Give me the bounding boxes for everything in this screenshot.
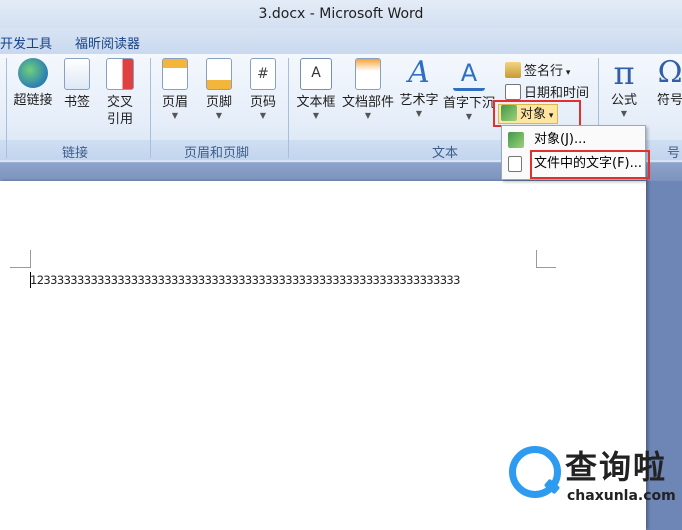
- window-title: 3.docx - Microsoft Word: [258, 6, 424, 22]
- globe-link-icon: [18, 58, 48, 88]
- date-time-button[interactable]: 日期和时间: [505, 82, 589, 101]
- footer-icon: [206, 58, 232, 90]
- page-number-button[interactable]: # 页码 ▼: [246, 56, 280, 121]
- quick-parts-button[interactable]: 文档部件 ▼: [340, 56, 396, 121]
- textbox-icon: A: [300, 58, 332, 90]
- ribbon-tab-row: 开发工具 福昕阅读器: [0, 28, 682, 54]
- crop-mark: [536, 267, 556, 268]
- tab-foxit-reader[interactable]: 福昕阅读器: [75, 33, 140, 52]
- quick-parts-icon: [355, 58, 381, 90]
- wordart-icon: A: [408, 55, 430, 90]
- textbox-button[interactable]: A 文本框 ▼: [294, 56, 338, 121]
- group-label-links: 链接: [62, 146, 89, 161]
- tab-developer[interactable]: 开发工具: [0, 33, 52, 52]
- bookmark-button[interactable]: 书签: [60, 56, 94, 111]
- document-text[interactable]: 1233333333333333333333333333333333333333…: [30, 273, 460, 287]
- watermark-logo: 查询啦 chaxunla.com: [503, 440, 676, 512]
- calendar-icon: [505, 84, 521, 100]
- cross-reference-icon: [106, 58, 134, 90]
- equation-button[interactable]: π 公式 ▼: [606, 56, 642, 119]
- symbol-omega-icon: Ω: [657, 55, 682, 90]
- group-divider: [150, 58, 151, 158]
- text-from-file-icon: [508, 156, 522, 172]
- chevron-down-icon: ▼: [171, 111, 179, 120]
- equation-pi-icon: π: [613, 54, 635, 92]
- chevron-down-icon: ▼: [312, 111, 320, 120]
- chevron-down-icon: ▼: [415, 109, 423, 118]
- group-label-text: 文本: [432, 146, 459, 161]
- chevron-down-icon: ▼: [620, 109, 628, 118]
- cross-reference-button[interactable]: 交叉 引用: [100, 56, 140, 128]
- chevron-down-icon: ▼: [259, 111, 267, 120]
- bookmark-icon: [64, 58, 90, 90]
- footer-button[interactable]: 页脚 ▼: [202, 56, 236, 121]
- group-divider: [288, 58, 289, 158]
- object-icon: [508, 132, 524, 148]
- hyperlink-button[interactable]: 超链接: [10, 56, 56, 109]
- chevron-down-icon: ▼: [465, 112, 473, 121]
- highlight-object-button: [493, 100, 581, 127]
- header-button[interactable]: 页眉 ▼: [158, 56, 192, 121]
- header-icon: [162, 58, 188, 90]
- chevron-down-icon: ▼: [215, 111, 223, 120]
- chevron-down-icon: ▼: [364, 111, 372, 120]
- group-divider: [6, 58, 7, 158]
- dropcap-icon: A: [453, 58, 485, 91]
- signature-line-button[interactable]: 签名行 ▾: [505, 60, 570, 79]
- highlight-text-from-file: [530, 150, 650, 179]
- signature-icon: [505, 62, 521, 78]
- crop-mark: [30, 250, 31, 268]
- group-label-symbols: 号: [667, 146, 681, 161]
- group-label-header-footer: 页眉和页脚: [184, 146, 250, 161]
- crop-mark: [536, 250, 537, 268]
- page-number-icon: #: [250, 58, 276, 90]
- symbol-button[interactable]: Ω 符号: [650, 56, 682, 109]
- dropcap-button[interactable]: A 首字下沉 ▼: [443, 56, 495, 122]
- menu-item-object[interactable]: 对象(J)...: [502, 128, 645, 152]
- title-bar: 3.docx - Microsoft Word: [0, 0, 682, 28]
- wordart-button[interactable]: A 艺术字 ▼: [398, 56, 440, 119]
- crop-mark: [10, 267, 30, 268]
